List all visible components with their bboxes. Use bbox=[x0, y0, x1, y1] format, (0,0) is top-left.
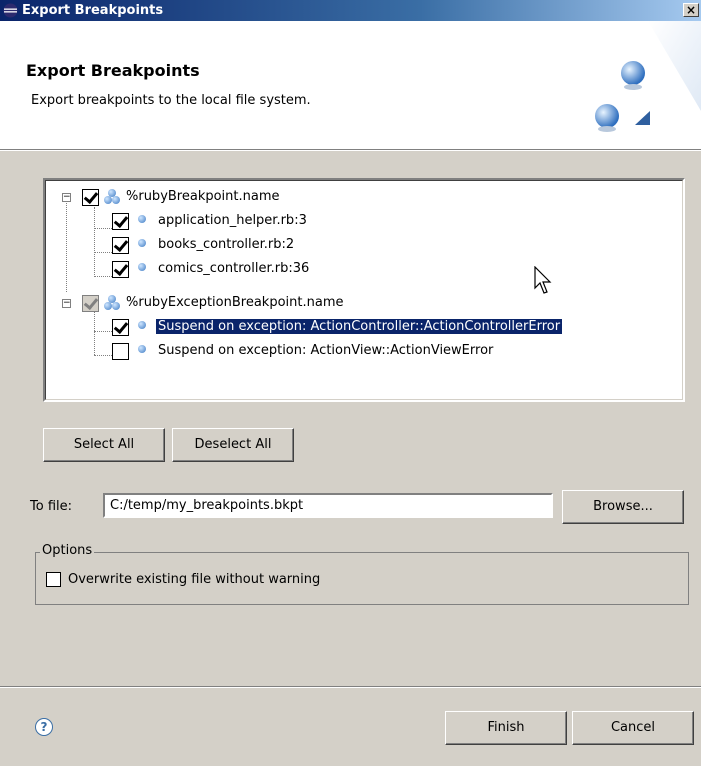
select-all-button[interactable]: Select All bbox=[43, 428, 165, 462]
item-checkbox[interactable] bbox=[112, 261, 129, 278]
export-breakpoints-dialog: Export Breakpoints × Export Breakpoints … bbox=[0, 0, 701, 766]
tree-item[interactable]: comics_controller.rb:36 bbox=[46, 258, 666, 280]
to-file-label: To file: bbox=[30, 499, 72, 514]
item-checkbox[interactable] bbox=[112, 343, 129, 360]
wizard-banner-icon bbox=[595, 21, 701, 132]
header-separator bbox=[0, 149, 701, 151]
tree-group-label: %rubyBreakpoint.name bbox=[126, 189, 280, 204]
tree-item-label: books_controller.rb:2 bbox=[158, 237, 295, 252]
overwrite-label[interactable]: Overwrite existing file without warning bbox=[68, 572, 320, 587]
item-checkbox[interactable] bbox=[112, 319, 129, 336]
item-checkbox[interactable] bbox=[112, 237, 129, 254]
tree-item-label: application_helper.rb:3 bbox=[158, 213, 307, 228]
breakpoint-icon bbox=[138, 345, 146, 353]
breakpoint-icon bbox=[138, 239, 146, 247]
tree-item[interactable]: books_controller.rb:2 bbox=[46, 234, 666, 256]
help-icon[interactable]: ? bbox=[35, 718, 53, 736]
tree-item[interactable]: Suspend on exception: ActionView::Action… bbox=[46, 340, 666, 362]
to-file-input[interactable]: C:/temp/my_breakpoints.bkpt bbox=[103, 493, 553, 518]
group-checkbox-partial[interactable] bbox=[82, 295, 99, 312]
title-bar[interactable]: Export Breakpoints × bbox=[0, 0, 701, 21]
item-checkbox[interactable] bbox=[112, 213, 129, 230]
finish-button[interactable]: Finish bbox=[445, 711, 567, 745]
deselect-all-button[interactable]: Deselect All bbox=[172, 428, 294, 462]
tree-item-label: comics_controller.rb:36 bbox=[158, 261, 310, 276]
wizard-header: Export Breakpoints Export breakpoints to… bbox=[0, 21, 701, 149]
browse-button[interactable]: Browse... bbox=[562, 490, 684, 524]
breakpoint-group-icon bbox=[104, 295, 120, 311]
close-button[interactable]: × bbox=[683, 3, 699, 17]
tree-item[interactable]: application_helper.rb:3 bbox=[46, 210, 666, 232]
tree-item-label: Suspend on exception: ActionView::Action… bbox=[158, 343, 494, 358]
breakpoint-icon bbox=[138, 263, 146, 271]
tree-group-label: %rubyExceptionBreakpoint.name bbox=[126, 295, 344, 310]
breakpoint-icon bbox=[138, 215, 146, 223]
breakpoint-group-icon bbox=[104, 189, 120, 205]
tree-item-selected[interactable]: Suspend on exception: ActionController::… bbox=[46, 316, 666, 338]
footer-separator bbox=[0, 686, 701, 688]
collapse-icon[interactable]: − bbox=[62, 193, 71, 202]
overwrite-checkbox[interactable] bbox=[46, 572, 61, 587]
mouse-pointer-icon bbox=[534, 266, 552, 294]
eclipse-icon bbox=[3, 3, 18, 18]
breakpoints-tree[interactable]: − %rubyBreakpoint.name application_helpe… bbox=[43, 178, 685, 402]
page-description: Export breakpoints to the local file sys… bbox=[31, 93, 311, 108]
collapse-icon[interactable]: − bbox=[62, 299, 71, 308]
page-title: Export Breakpoints bbox=[26, 61, 200, 80]
group-checkbox[interactable] bbox=[82, 189, 99, 206]
tree-group-ruby-breakpoint[interactable]: − %rubyBreakpoint.name bbox=[46, 186, 666, 208]
tree-item-label: Suspend on exception: ActionController::… bbox=[154, 318, 564, 335]
breakpoint-icon bbox=[138, 321, 146, 329]
options-legend: Options bbox=[40, 543, 95, 558]
window-title: Export Breakpoints bbox=[22, 3, 164, 18]
tree-group-ruby-exception-breakpoint[interactable]: − %rubyExceptionBreakpoint.name bbox=[46, 292, 666, 314]
cancel-button[interactable]: Cancel bbox=[572, 711, 694, 745]
